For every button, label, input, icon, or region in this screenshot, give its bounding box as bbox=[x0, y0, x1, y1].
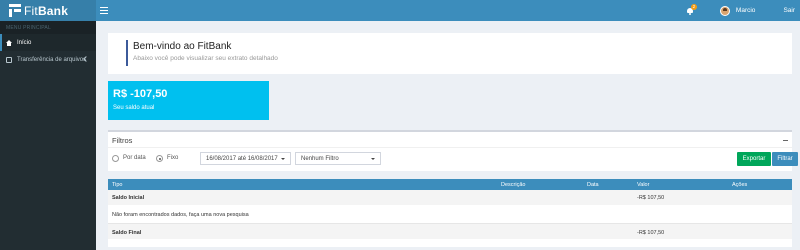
filters-title: Filtros bbox=[112, 136, 133, 145]
sidebar-item-label: Transferência de arquivos bbox=[17, 56, 87, 63]
sidebar-item-transferencia[interactable]: Transferência de arquivos bbox=[0, 51, 96, 68]
table-row-empty: Não foram encontrados dados, faça uma no… bbox=[108, 205, 792, 223]
cell-valor: -R$ 107,50 bbox=[637, 195, 665, 201]
radio-por-data[interactable] bbox=[112, 155, 119, 162]
radio-fixo[interactable] bbox=[156, 155, 163, 162]
radio-por-data-label[interactable]: Por data bbox=[123, 155, 146, 162]
sidebar-item-inicio[interactable]: Início bbox=[0, 34, 96, 51]
cell-tipo: Saldo Inicial bbox=[112, 195, 145, 201]
balance-label: Seu saldo atual bbox=[113, 105, 155, 111]
brand-name: FitBank bbox=[24, 3, 69, 18]
user-avatar[interactable] bbox=[719, 5, 730, 16]
filter-select-value: Nenhum Filtro bbox=[301, 156, 339, 162]
welcome-callout: Bem-vindo ao FitBank Abaixo você pode vi… bbox=[108, 33, 792, 74]
statement-table: Tipo Descrição Data Valor Ações Saldo In… bbox=[108, 179, 792, 247]
export-button[interactable]: Exportar bbox=[737, 152, 771, 166]
navbar-right: 2 Marcio Sair bbox=[686, 0, 800, 21]
table-header: Tipo Descrição Data Valor Ações bbox=[108, 180, 792, 190]
filter-button[interactable]: Filtrar bbox=[772, 152, 798, 166]
main-content: Bem-vindo ao FitBank Abaixo você pode vi… bbox=[96, 21, 800, 250]
user-name[interactable]: Marcio bbox=[736, 7, 756, 14]
column-header-tipo[interactable]: Tipo bbox=[112, 182, 123, 188]
column-header-acoes[interactable]: Ações bbox=[732, 182, 747, 188]
top-navbar: FitBank 2 Marcio Sair bbox=[0, 0, 800, 21]
fitbank-logo-icon bbox=[9, 4, 21, 17]
column-header-data[interactable]: Data bbox=[587, 182, 599, 188]
home-icon bbox=[6, 39, 12, 46]
transfer-icon bbox=[6, 56, 12, 63]
notification-count-badge: 2 bbox=[690, 3, 697, 10]
radio-fixo-label[interactable]: Fixo bbox=[167, 155, 178, 162]
collapse-icon[interactable] bbox=[783, 140, 788, 141]
divider bbox=[108, 147, 792, 148]
balance-card: R$ -107,50 Seu saldo atual bbox=[108, 81, 269, 120]
filters-panel: Filtros Por data Fixo 16/08/2017 até 16/… bbox=[108, 130, 798, 171]
sidebar-header: MENU PRINCIPAL bbox=[0, 21, 96, 34]
caret-down-icon bbox=[371, 158, 375, 160]
column-header-descricao[interactable]: Descrição bbox=[501, 182, 525, 188]
logout-link[interactable]: Sair bbox=[783, 7, 795, 14]
empty-message: Não foram encontrados dados, faça uma no… bbox=[112, 212, 249, 218]
date-range-value: 16/08/2017 até 16/08/2017 bbox=[206, 156, 278, 162]
table-row: Saldo Inicial -R$ 107,50 bbox=[108, 190, 792, 205]
cell-tipo: Saldo Final bbox=[112, 230, 142, 236]
sidebar-item-label: Início bbox=[17, 39, 32, 46]
callout-accent-bar bbox=[126, 40, 128, 66]
cell-valor: -R$ 107,50 bbox=[637, 230, 665, 236]
brand-logo[interactable]: FitBank bbox=[0, 0, 96, 21]
table-row: Saldo Final -R$ 107,50 bbox=[108, 224, 792, 239]
filter-select[interactable]: Nenhum Filtro bbox=[295, 152, 381, 165]
sidebar: MENU PRINCIPAL Início Transferência de a… bbox=[0, 21, 96, 250]
date-range-picker[interactable]: 16/08/2017 até 16/08/2017 bbox=[200, 152, 291, 165]
menu-toggle-icon[interactable] bbox=[100, 6, 108, 15]
page-subtitle: Abaixo você pode visualizar seu extrato … bbox=[133, 55, 278, 62]
column-header-valor[interactable]: Valor bbox=[637, 182, 649, 188]
caret-down-icon bbox=[281, 158, 285, 160]
balance-value: R$ -107,50 bbox=[113, 88, 168, 100]
notifications-bell-icon[interactable]: 2 bbox=[686, 3, 697, 15]
page-title: Bem-vindo ao FitBank bbox=[133, 41, 232, 52]
